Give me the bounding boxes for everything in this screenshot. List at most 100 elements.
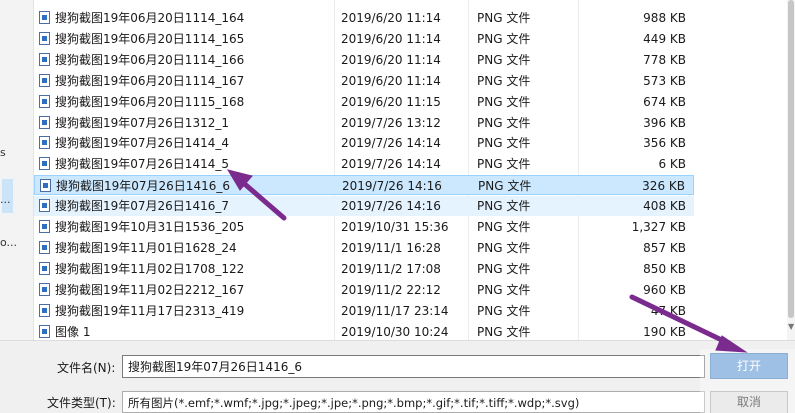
file-row[interactable]: 搜狗截图19年07月26日1312_1 2019/7/26 13:12 PNG 文件… <box>34 113 694 133</box>
file-date: 2019/7/26 14:14 <box>341 157 441 172</box>
file-row[interactable]: 图像 1 2019/10/30 10:24 PNG 文件 190 KB <box>34 322 694 341</box>
file-size: 778 KB <box>643 52 686 67</box>
file-date: 2019/7/26 14:16 <box>342 179 442 194</box>
file-size: 1,327 KB <box>631 220 686 234</box>
file-row[interactable]: 搜狗截图19年07月26日1416_7 2019/7/26 14:16 PNG 文件… <box>34 196 694 217</box>
file-size: 396 KB <box>643 115 686 130</box>
file-row[interactable]: 搜狗截图19年11月01日1628_24 2019/11/1 16:28 PNG 文… <box>34 238 694 258</box>
file-row[interactable]: 搜狗截图19年06月20日1114_164 2019/6/20 11:14 PNG … <box>34 8 694 28</box>
file-size: 850 KB <box>643 261 686 276</box>
file-type: PNG 文件 <box>477 157 531 172</box>
file-size: 408 KB <box>643 199 686 214</box>
file-row[interactable]: 搜狗截图19年07月26日1416_6 2019/7/26 14:16 PNG 文件… <box>34 175 694 196</box>
file-date: 2019/6/20 11:14 <box>341 52 441 67</box>
png-image-file-icon <box>39 199 50 213</box>
file-name: 搜狗截图19年11月02日2212_167 <box>55 282 245 297</box>
file-type: PNG 文件 <box>477 136 531 151</box>
file-size: 674 KB <box>643 94 686 109</box>
file-type: PNG 文件 <box>477 240 531 255</box>
png-image-file-icon <box>39 115 50 129</box>
file-name: 搜狗截图19年10月31日1536_205 <box>55 220 245 234</box>
file-date: 2019/6/20 11:15 <box>341 94 441 109</box>
file-row[interactable]: 搜狗截图19年11月02日1708_122 2019/11/2 17:08 PNG … <box>34 259 694 279</box>
file-row[interactable]: 搜狗截图19年06月20日1114_166 2019/6/20 11:14 PNG … <box>34 50 694 70</box>
file-type: PNG 文件 <box>477 220 531 234</box>
file-row[interactable]: 搜狗截图19年11月17日2313_419 2019/11/17 23:14 PNG… <box>34 301 694 321</box>
file-date: 2019/6/20 11:14 <box>341 73 441 88</box>
png-image-file-icon <box>40 179 51 193</box>
png-image-file-icon <box>39 136 50 150</box>
file-list: 搜狗截图19年06月20日1114_164 2019/6/20 11:14 PNG … <box>34 0 696 340</box>
file-date: 2019/7/26 14:16 <box>341 199 441 214</box>
file-size: 326 KB <box>642 179 685 194</box>
file-type: PNG 文件 <box>477 303 531 318</box>
file-type: PNG 文件 <box>477 115 531 130</box>
png-image-file-icon <box>39 240 50 254</box>
png-image-file-icon <box>39 303 50 317</box>
file-size: 960 KB <box>643 282 686 297</box>
file-name: 搜狗截图19年06月20日1114_167 <box>55 73 245 88</box>
file-name: 搜狗截图19年06月20日1115_168 <box>55 94 245 109</box>
file-date: 2019/7/26 14:14 <box>341 136 441 151</box>
png-image-file-icon <box>39 94 50 108</box>
file-name: 搜狗截图19年06月20日1114_165 <box>55 31 245 46</box>
file-row[interactable]: 搜狗截图19年06月20日1115_168 2019/6/20 11:15 PNG … <box>34 92 694 112</box>
file-size: 988 KB <box>643 11 686 25</box>
png-image-file-icon <box>39 11 50 24</box>
vertical-scrollbar[interactable] <box>787 0 795 340</box>
filename-label: 文件名(N): <box>57 361 116 375</box>
file-row[interactable]: 搜狗截图19年07月26日1414_4 2019/7/26 14:14 PNG 文件… <box>34 133 694 153</box>
png-image-file-icon <box>39 31 50 45</box>
file-row[interactable]: 搜狗截图19年06月20日1114_167 2019/6/20 11:14 PNG … <box>34 71 694 91</box>
png-image-file-icon <box>39 220 50 233</box>
png-image-file-icon <box>39 261 50 275</box>
file-date: 2019/10/31 15:36 <box>341 220 449 234</box>
file-name: 搜狗截图19年07月26日1416_7 <box>55 199 229 214</box>
file-size: 190 KB <box>643 324 686 339</box>
open-button[interactable]: 打开 <box>710 353 788 379</box>
file-size: 6 KB <box>658 157 686 172</box>
file-name: 搜狗截图19年07月26日1414_4 <box>55 136 229 151</box>
file-date: 2019/11/17 23:14 <box>341 303 449 318</box>
file-date: 2019/11/2 17:08 <box>341 261 441 276</box>
file-type: PNG 文件 <box>477 261 531 276</box>
file-row[interactable]: 搜狗截图19年10月31日1536_205 2019/10/31 15:36 PNG… <box>34 217 694 237</box>
file-type: PNG 文件 <box>477 31 531 46</box>
file-date: 2019/6/20 11:14 <box>341 11 441 25</box>
nav-item-3[interactable]: o... <box>0 236 17 249</box>
file-size: 449 KB <box>643 31 686 46</box>
file-date: 2019/6/20 11:14 <box>341 31 441 46</box>
file-name: 搜狗截图19年07月26日1414_5 <box>55 157 229 172</box>
png-image-file-icon <box>39 324 50 338</box>
navigation-pane: s ... o... <box>0 0 34 340</box>
filetype-label: 文件类型(T): <box>47 396 116 410</box>
file-type: PNG 文件 <box>477 324 531 339</box>
file-name: 图像 1 <box>55 324 91 339</box>
file-type: PNG 文件 <box>477 52 531 67</box>
file-date: 2019/10/30 10:24 <box>341 324 449 339</box>
cancel-button[interactable]: 取消 <box>710 391 788 413</box>
file-type: PNG 文件 <box>477 11 531 25</box>
nav-item-2[interactable]: ... <box>0 193 11 206</box>
filename-input[interactable] <box>122 355 705 378</box>
nav-item-1[interactable]: s <box>0 146 6 159</box>
file-type: PNG 文件 <box>478 179 532 194</box>
file-date: 2019/11/1 16:28 <box>341 240 441 255</box>
file-row[interactable]: 搜狗截图19年11月02日2212_167 2019/11/2 22:12 PNG … <box>34 280 694 300</box>
scrollbar-thumb[interactable] <box>788 0 794 318</box>
png-image-file-icon <box>39 282 50 296</box>
file-size: 356 KB <box>643 136 686 151</box>
png-image-file-icon <box>39 157 50 171</box>
file-type: PNG 文件 <box>477 282 531 297</box>
file-type: PNG 文件 <box>477 73 531 88</box>
file-date: 2019/11/2 22:12 <box>341 282 441 297</box>
file-name: 搜狗截图19年11月02日1708_122 <box>55 261 245 276</box>
file-row[interactable]: 搜狗截图19年06月20日1114_165 2019/6/20 11:14 PNG … <box>34 29 694 49</box>
file-name: 搜狗截图19年07月26日1312_1 <box>55 115 229 130</box>
scroll-down-arrow-icon[interactable]: ▼ <box>788 322 794 331</box>
filetype-select[interactable]: 所有图片(*.emf;*.wmf;*.jpg;*.jpeg;*.jpe;*.pn… <box>122 391 705 413</box>
file-date: 2019/7/26 13:12 <box>341 115 441 130</box>
file-row[interactable]: 搜狗截图19年07月26日1414_5 2019/7/26 14:14 PNG 文件… <box>34 154 694 174</box>
png-image-file-icon <box>39 52 50 66</box>
file-name: 搜狗截图19年06月20日1114_164 <box>55 11 245 25</box>
